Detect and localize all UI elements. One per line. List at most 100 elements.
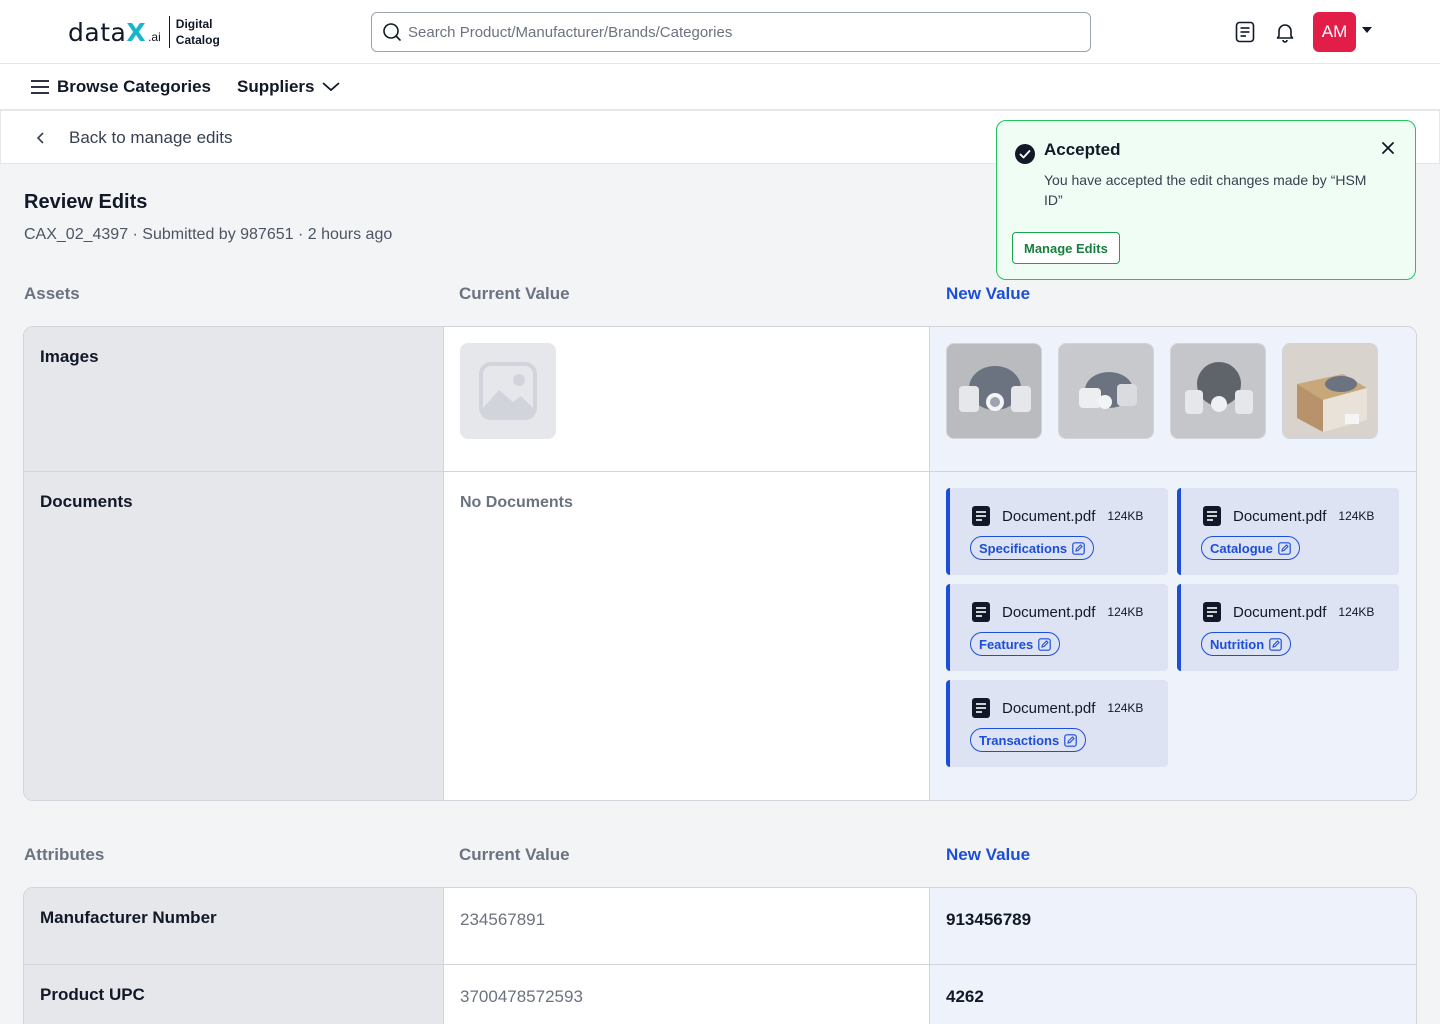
document-name: Document.pdf — [1002, 603, 1096, 621]
document-size: 124KB — [1107, 701, 1144, 715]
attribute-current-cell: 234567891 — [444, 888, 930, 964]
document-icon — [1203, 602, 1221, 622]
attributes-table: Manufacturer Number 234567891 913456789 … — [23, 887, 1417, 1024]
search-icon — [383, 23, 401, 41]
manage-edits-button[interactable]: Manage Edits — [1012, 232, 1120, 264]
notes-icon[interactable] — [1233, 20, 1257, 44]
document-card[interactable]: Document.pdf 124KB Catalogue — [1177, 488, 1399, 575]
toast-title: Accepted — [1044, 140, 1121, 159]
chevron-down-icon — [322, 82, 341, 92]
documents-label: Documents — [24, 472, 444, 800]
attribute-label: Manufacturer Number — [24, 888, 444, 964]
document-card[interactable]: Document.pdf 124KB Nutrition — [1177, 584, 1399, 671]
logo-subtitle-line1: Digital — [175, 17, 213, 31]
close-icon[interactable] — [1381, 141, 1395, 155]
attributes-new-value-heading: New Value — [946, 845, 1031, 864]
document-tag-label: Transactions — [979, 732, 1060, 748]
attribute-label: Product UPC — [24, 965, 444, 1024]
top-header: dataX .ai Digital Catalog AM — [0, 0, 1440, 64]
logo-ai-suffix: .ai — [148, 30, 161, 44]
document-icon — [1203, 506, 1221, 526]
edit-icon — [1064, 733, 1078, 747]
edit-icon — [1269, 637, 1282, 651]
menu-icon — [31, 80, 49, 94]
document-tag-nutrition[interactable]: Nutrition — [1201, 632, 1292, 656]
logo-divider — [168, 16, 170, 48]
product-image-thumbnail[interactable] — [946, 343, 1042, 439]
documents-new-cell: Document.pdf 124KB Specifications Docume… — [930, 472, 1416, 800]
document-size: 124KB — [1338, 509, 1375, 523]
bell-icon[interactable] — [1273, 20, 1297, 44]
document-tag-label: Nutrition — [1210, 636, 1265, 652]
attribute-current-value: 3700478572593 — [460, 987, 583, 1006]
document-name: Document.pdf — [1233, 507, 1327, 525]
attribute-new-cell: 4262 — [930, 965, 1416, 1024]
document-tag-transactions[interactable]: Transactions — [970, 728, 1087, 752]
image-placeholder-icon — [460, 343, 556, 439]
browse-categories-label: Browse Categories — [57, 77, 211, 96]
document-size: 124KB — [1338, 605, 1375, 619]
document-name: Document.pdf — [1233, 603, 1327, 621]
images-new-cell — [930, 327, 1416, 471]
attributes-heading: Attributes — [24, 845, 105, 864]
document-tag-specifications[interactable]: Specifications — [970, 536, 1095, 560]
toast-message: You have accepted the edit changes made … — [1044, 172, 1367, 208]
edit-icon — [1278, 541, 1291, 555]
product-image-thumbnail[interactable] — [1282, 343, 1378, 439]
datax-logo[interactable]: dataX .ai Digital Catalog — [68, 16, 220, 48]
logo-wordmark: dataX — [68, 17, 147, 47]
assets-heading: Assets — [24, 284, 80, 303]
document-tag-label: Specifications — [979, 540, 1068, 556]
document-card[interactable]: Document.pdf 124KB Transactions — [946, 680, 1168, 767]
suppliers-label: Suppliers — [237, 77, 315, 96]
document-name: Document.pdf — [1002, 699, 1096, 717]
document-tag-label: Catalogue — [1210, 540, 1273, 556]
logo-subtitle-line2: Catalog — [175, 33, 220, 47]
user-avatar[interactable]: AM — [1313, 12, 1356, 52]
search-input[interactable] — [408, 23, 1068, 41]
document-tag-features[interactable]: Features — [970, 632, 1061, 656]
edit-icon — [1072, 541, 1085, 555]
assets-current-value-heading: Current Value — [459, 284, 570, 303]
attribute-new-cell: 913456789 — [930, 888, 1416, 964]
edit-icon — [1038, 637, 1052, 651]
avatar-initials: AM — [1321, 22, 1348, 41]
back-to-manage-edits-link[interactable]: Back to manage edits — [69, 128, 232, 148]
category-bar: Browse Categories Suppliers — [0, 64, 1440, 110]
assets-new-value-heading: New Value — [946, 284, 1031, 303]
suppliers-dropdown[interactable]: Suppliers — [237, 77, 341, 97]
no-documents-text: No Documents — [460, 494, 573, 511]
document-icon — [972, 506, 990, 526]
document-tag-catalogue[interactable]: Catalogue — [1201, 536, 1300, 560]
page-subtitle: CAX_02_4397 · Submitted by 987651 · 2 ho… — [24, 226, 393, 243]
document-size: 124KB — [1107, 605, 1144, 619]
document-tag-label: Features — [979, 636, 1034, 652]
document-size: 124KB — [1107, 509, 1144, 523]
document-icon — [972, 602, 990, 622]
attribute-new-value: 4262 — [946, 987, 984, 1006]
product-image-thumbnail[interactable] — [1170, 343, 1266, 439]
attribute-current-cell: 3700478572593 — [444, 965, 930, 1024]
search-bar[interactable] — [371, 12, 1091, 52]
page-title: Review Edits — [24, 191, 148, 213]
attribute-current-value: 234567891 — [460, 910, 546, 929]
accepted-toast: Accepted You have accepted the edit chan… — [996, 120, 1416, 280]
browse-categories-button[interactable]: Browse Categories — [31, 77, 211, 97]
attribute-row-product-upc: Product UPC 3700478572593 4262 — [24, 965, 1416, 1024]
images-label: Images — [24, 327, 444, 471]
attribute-new-value: 913456789 — [946, 910, 1032, 929]
product-image-thumbnail[interactable] — [1058, 343, 1154, 439]
logo-subtitle: Digital Catalog — [176, 16, 220, 48]
assets-table: Images Documents No Documents Document.p… — [23, 326, 1417, 801]
chevron-left-icon[interactable] — [35, 130, 47, 146]
attributes-current-value-heading: Current Value — [459, 845, 570, 864]
documents-current-cell: No Documents — [444, 472, 930, 800]
document-card[interactable]: Document.pdf 124KB Specifications — [946, 488, 1168, 575]
documents-row: Documents No Documents Document.pdf 124K… — [24, 472, 1416, 800]
check-circle-icon — [1015, 144, 1035, 164]
documents-grid: Document.pdf 124KB Specifications Docume… — [946, 488, 1400, 767]
caret-down-icon[interactable] — [1362, 27, 1372, 33]
images-current-cell — [444, 327, 930, 471]
document-name: Document.pdf — [1002, 507, 1096, 525]
document-card[interactable]: Document.pdf 124KB Features — [946, 584, 1168, 671]
